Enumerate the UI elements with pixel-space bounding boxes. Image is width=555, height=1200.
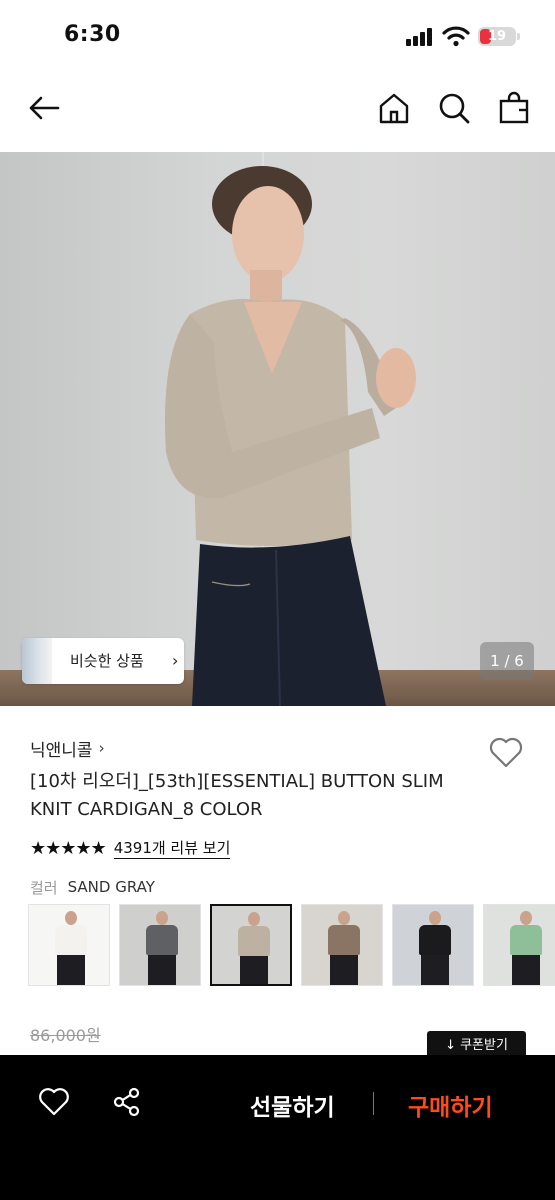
color-label: 컬러 [30, 878, 58, 897]
model-jeans [148, 955, 176, 985]
battery-level: 19 [487, 29, 507, 44]
color-option-thumb[interactable] [119, 904, 201, 986]
model-jeans [421, 955, 449, 985]
battery-tip [517, 33, 520, 40]
color-row: 컬러 SAND GRAY [30, 877, 155, 897]
top-nav [0, 72, 555, 152]
model-head [338, 911, 350, 925]
cardigan-swatch [328, 925, 360, 955]
model-head [429, 911, 441, 925]
model-head [248, 912, 260, 926]
model-head [65, 911, 77, 925]
buy-button[interactable]: 구매하기 [408, 1088, 493, 1122]
model-jeans [240, 956, 268, 984]
model-photo [165, 166, 416, 706]
product-title: [10차 리오더]_[53th][ESSENTIAL] BUTTON SLIM … [30, 771, 444, 820]
home-icon[interactable] [376, 90, 412, 126]
model-jeans [57, 955, 85, 985]
brand-link[interactable]: 닉앤니콜 › [30, 736, 105, 761]
search-icon[interactable] [436, 90, 472, 126]
color-option-thumb[interactable] [210, 904, 292, 986]
original-price: 86,000원 [30, 1026, 101, 1045]
cardigan-swatch [55, 925, 87, 955]
model-jeans [512, 955, 540, 985]
model-head [156, 911, 168, 925]
color-option-thumb[interactable] [392, 904, 474, 986]
heart-icon[interactable] [488, 735, 524, 769]
cardigan-swatch [419, 925, 451, 955]
wifi-icon [442, 26, 470, 47]
status-bar: 6:30 19 [0, 0, 555, 72]
brand-name: 닉앤니콜 [30, 740, 93, 761]
selected-color-value: SAND GRAY [67, 878, 155, 896]
review-link[interactable]: 4391개 리뷰 보기 [113, 838, 231, 859]
cardigan-swatch [510, 925, 542, 955]
signal-icon [406, 28, 434, 46]
image-page-indicator: 1 / 6 [480, 642, 534, 680]
model-jeans [330, 955, 358, 985]
battery-icon: 19 [478, 27, 516, 46]
model-head [520, 911, 532, 925]
bottom-action-bar: 선물하기 구매하기 [0, 1055, 555, 1200]
heart-icon[interactable] [38, 1086, 70, 1118]
product-hero-image[interactable]: 비슷한 상품 › 1 / 6 [0, 152, 555, 706]
similar-thumbnail [22, 638, 52, 684]
color-option-thumb[interactable] [301, 904, 383, 986]
status-time: 6:30 [64, 22, 121, 47]
chevron-right-icon: › [98, 739, 105, 757]
cardigan-swatch [238, 926, 270, 956]
rating-row: ★★★★★ 4391개 리뷰 보기 [30, 836, 231, 860]
chevron-right-icon: › [172, 651, 179, 670]
color-option-thumb[interactable] [483, 904, 555, 986]
similar-products-label: 비슷한 상품 [70, 652, 144, 670]
color-option-thumb[interactable] [28, 904, 110, 986]
color-option-thumbnails [28, 904, 555, 988]
cardigan-swatch [146, 925, 178, 955]
shopping-bag-icon[interactable] [496, 90, 532, 126]
gift-button[interactable]: 선물하기 [250, 1088, 335, 1122]
divider [373, 1092, 374, 1115]
share-icon[interactable] [111, 1086, 143, 1118]
rating-stars: ★★★★★ [30, 837, 107, 859]
back-arrow-icon[interactable] [26, 90, 62, 126]
similar-products-button[interactable]: 비슷한 상품 › [22, 638, 184, 684]
